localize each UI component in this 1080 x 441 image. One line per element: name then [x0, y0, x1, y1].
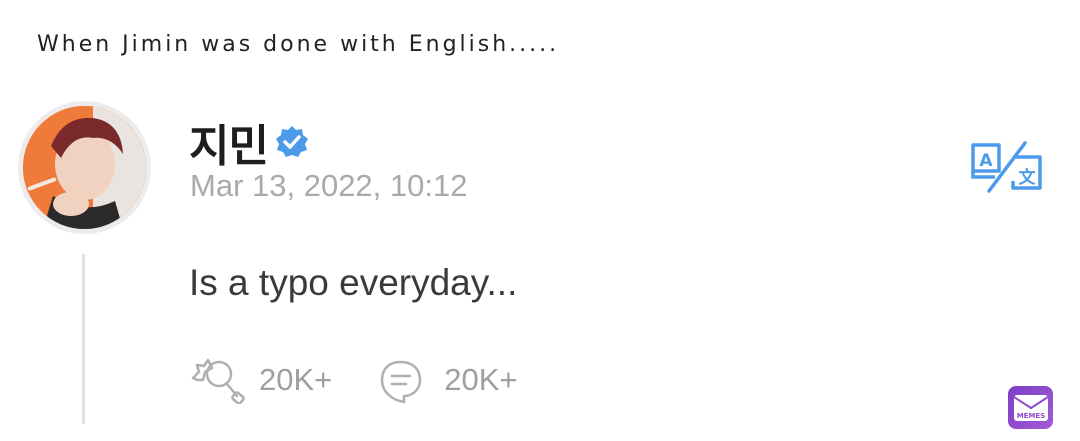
avatar-image: [23, 106, 146, 229]
comment-bubble-icon: [381, 360, 422, 404]
memes-logo-icon: MEMES: [1008, 386, 1053, 429]
author-name[interactable]: 지민: [189, 110, 269, 174]
post-actions: 20K+ 20K+: [189, 356, 560, 404]
thread-line: [82, 254, 85, 424]
svg-text:MEMES: MEMES: [1016, 412, 1045, 420]
svg-text:文: 文: [1019, 167, 1037, 188]
comment-count: 20K+: [444, 362, 518, 397]
author-row: 지민: [189, 110, 310, 174]
translate-icon[interactable]: A 文: [969, 141, 1044, 193]
meme-caption: When Jimin was done with English.....: [37, 32, 560, 57]
post-body: Is a typo everyday...: [189, 262, 518, 303]
svg-text:A: A: [979, 151, 993, 171]
comment-button[interactable]: 20K+: [374, 356, 518, 404]
avatar[interactable]: [18, 101, 151, 234]
like-count: 20K+: [259, 362, 333, 397]
post-timestamp: Mar 13, 2022, 10:12: [190, 168, 468, 203]
lollipop-like-icon: [191, 358, 245, 404]
verified-badge-icon: [275, 126, 308, 157]
like-button[interactable]: 20K+: [189, 356, 332, 404]
